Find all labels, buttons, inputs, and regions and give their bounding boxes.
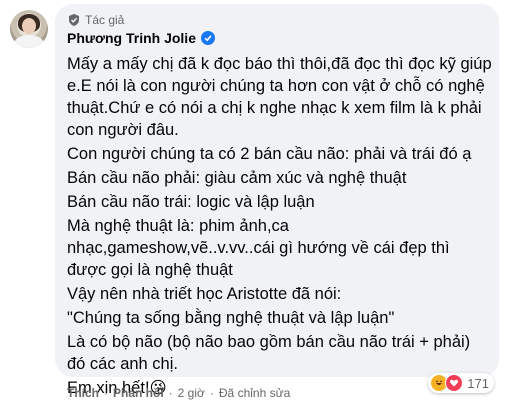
comment-bubble: Tác giả Phương Trinh Jolie Mấy a mấy chị… [55,4,499,397]
comment-paragraph: Bán cầu não phải: giàu cảm xúc và nghệ t… [67,169,407,187]
verified-badge-icon [201,31,215,45]
love-reaction-icon [445,374,464,392]
author-tag-label: Tác giả [85,13,125,27]
reaction-summary[interactable]: 171 [428,373,494,393]
comment-text: Mấy a mấy chị đã k đọc báo thì thôi,đã đ… [67,53,492,401]
comment-paragraph: Là có bộ não (bộ não bao gồm bán cầu não… [67,333,471,373]
comment-actions: Thích · Phản hồi · 2 giờ · Đã chỉnh sửa [67,386,290,400]
comment-timestamp[interactable]: 2 giờ [178,386,205,400]
like-button[interactable]: Thích [67,386,99,400]
dot-separator: · [168,386,173,400]
author-tag: Tác giả [67,13,124,27]
author-name-row: Phương Trinh Jolie [67,30,215,46]
author-name[interactable]: Phương Trinh Jolie [67,30,196,46]
edited-label[interactable]: Đã chỉnh sửa [219,386,290,400]
avatar-shoulders [14,35,44,48]
reaction-count: 171 [467,375,489,391]
comment-paragraph: Mà nghệ thuật là: phim ảnh,ca nhạc,games… [67,217,450,279]
comment-paragraph: "Chúng ta sống bằng nghệ thuật và lập lu… [67,309,395,327]
author-badge-icon [67,13,81,27]
comment-paragraph: Vậy nên nhà triết học Aristotte đã nói: [67,285,342,303]
comment-paragraph: Bán cầu não trái: logic và lập luận [67,193,315,211]
comment-paragraph: Mấy a mấy chị đã k đọc báo thì thôi,đã đ… [67,55,492,139]
dot-separator: · [104,386,108,400]
comment-paragraph: Con người chúng ta có 2 bán cầu não: phả… [67,145,472,163]
dot-separator: · [209,386,214,400]
avatar-face [22,18,36,34]
reply-button[interactable]: Phản hồi [113,386,164,400]
author-avatar[interactable] [10,10,48,48]
